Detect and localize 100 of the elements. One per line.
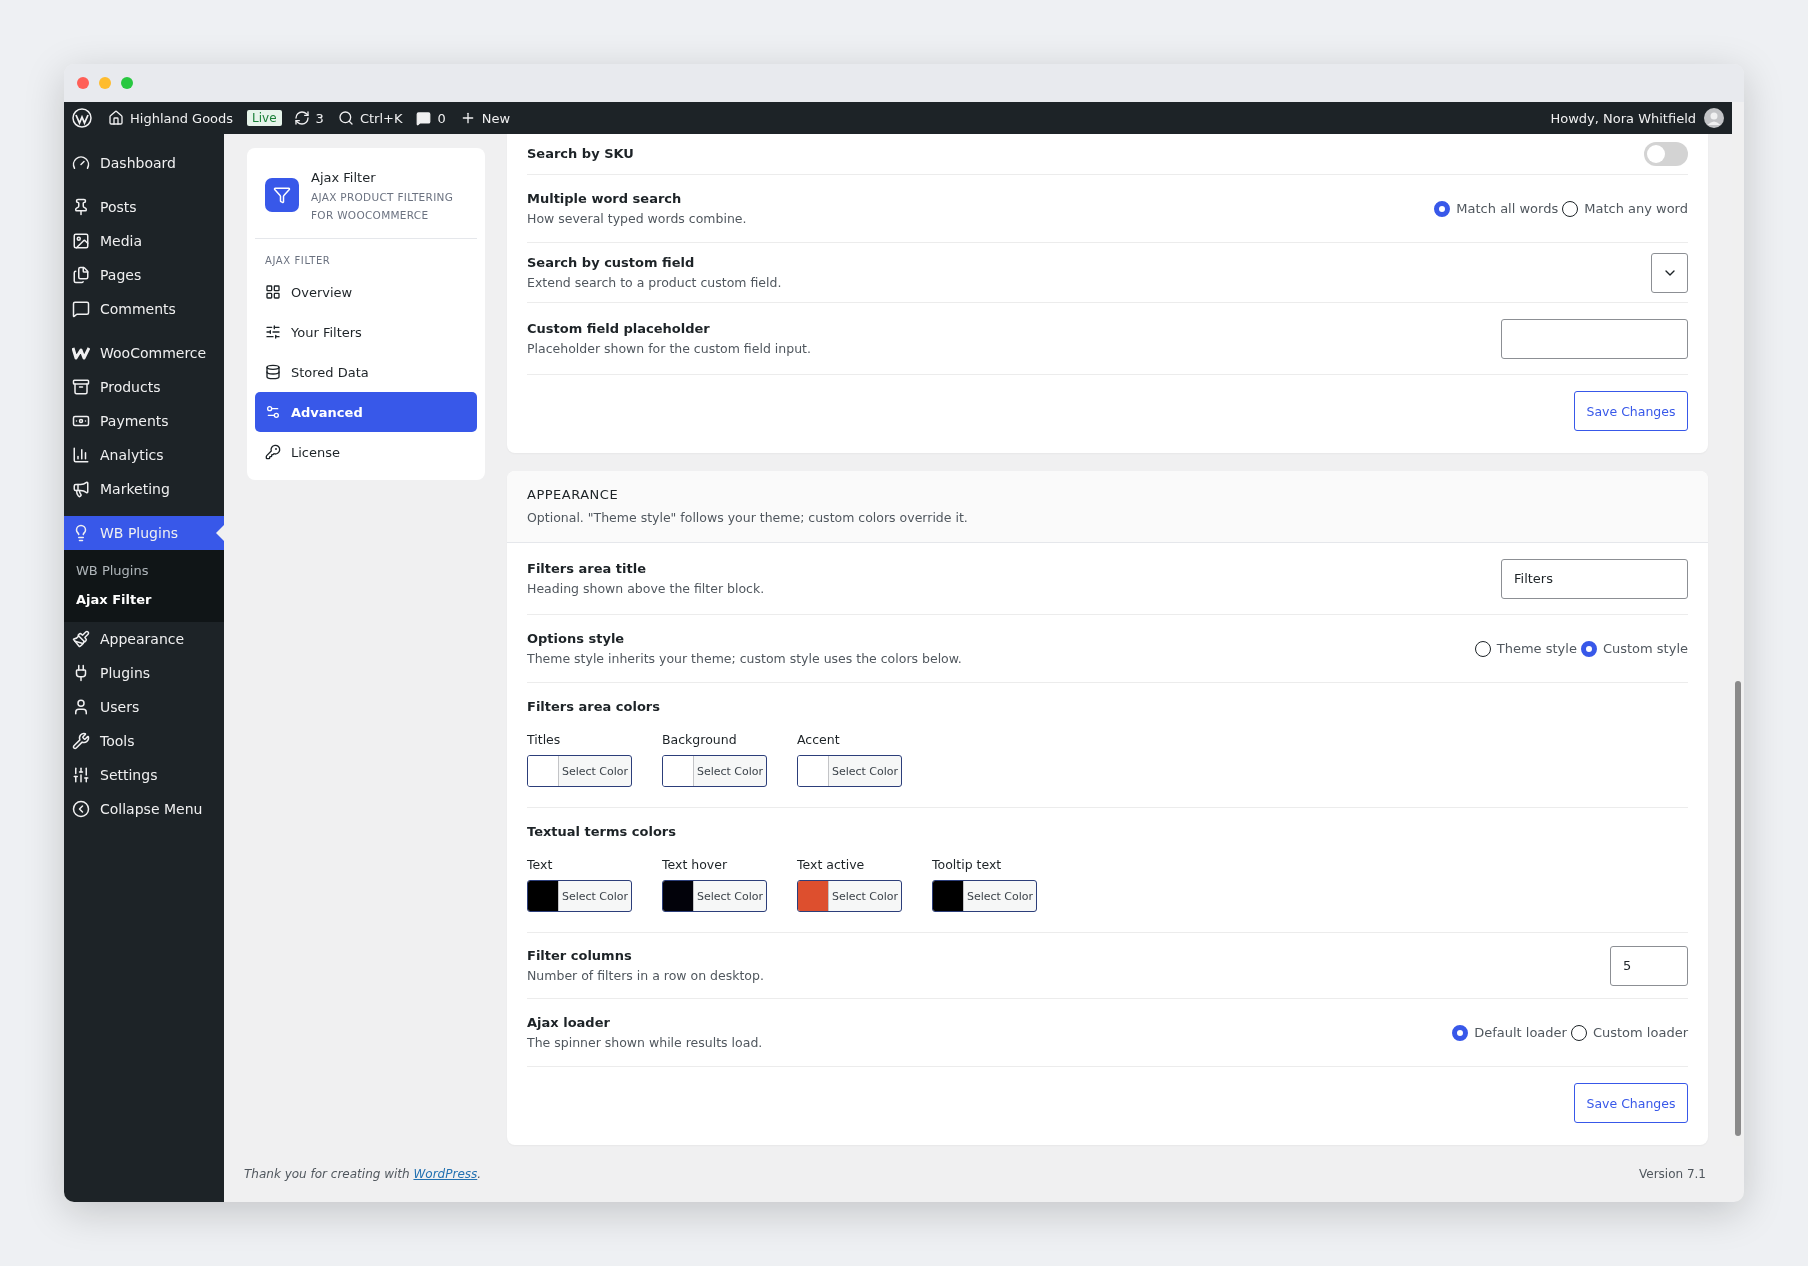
sidebar-item[interactable]: Marketing — [64, 472, 224, 506]
radio-button[interactable] — [1562, 200, 1579, 217]
setting-label: Filters area title — [527, 559, 647, 578]
comment-icon — [72, 300, 90, 318]
gauge-icon — [72, 154, 90, 172]
nav-item[interactable]: Advanced — [255, 392, 477, 432]
radio-button[interactable] — [1434, 200, 1451, 217]
bar-chart-icon — [72, 446, 90, 464]
number-field[interactable]: 5 — [1610, 945, 1688, 986]
sidebar-item[interactable]: Media — [64, 224, 224, 258]
megaphone-icon — [72, 480, 90, 498]
radio-label: Match all words — [1456, 201, 1559, 216]
sidebar-item[interactable]: Analytics — [64, 438, 224, 472]
color-picker-button[interactable]: Select Color — [932, 880, 1037, 912]
radio-label: Custom loader — [1592, 1025, 1688, 1040]
save-button[interactable]: Save Changes — [1574, 1083, 1688, 1123]
greeting-link[interactable]: Howdy, Nora Whitfield — [1550, 110, 1696, 126]
sidebar-item[interactable]: Comments — [64, 292, 224, 326]
filter-logo-icon — [265, 178, 299, 212]
color-picker-button[interactable]: Select Color — [662, 755, 767, 787]
live-badge: Live — [247, 110, 282, 126]
new-link[interactable]: New — [481, 110, 511, 126]
sidebar-item[interactable]: Payments — [64, 404, 224, 438]
nav-item[interactable]: Stored Data — [255, 352, 477, 392]
home-icon[interactable] — [108, 110, 124, 126]
toggles-icon — [265, 404, 281, 420]
sidebar-item[interactable]: WooCommerce — [64, 336, 224, 370]
color-label: Titles — [527, 731, 562, 749]
sidebar-item[interactable]: Users — [64, 690, 224, 724]
pin-icon — [72, 198, 90, 216]
close-dot[interactable] — [77, 77, 89, 89]
wrench-icon — [72, 732, 90, 750]
archive-icon — [72, 378, 90, 396]
setting-label: Search by custom field — [527, 253, 696, 272]
color-label: Accent — [797, 731, 841, 749]
radio-label: Theme style — [1496, 641, 1577, 656]
setting-label: Multiple word search — [527, 189, 683, 208]
text-field[interactable]: Filters — [1501, 558, 1688, 599]
maximize-dot[interactable] — [121, 77, 133, 89]
setting-description: The spinner shown while results load. — [527, 1033, 763, 1052]
sliders-icon — [265, 324, 281, 340]
settings-icon — [72, 766, 90, 784]
color-picker-button[interactable]: Select Color — [527, 755, 632, 787]
nav-item[interactable]: License — [255, 432, 477, 472]
sidebar-item[interactable]: Pages — [64, 258, 224, 292]
setting-description: Theme style inherits your theme; custom style uses the colors below. — [527, 649, 962, 668]
card-description: Optional. "Theme style" follows your theme; custom colors override it. — [527, 509, 969, 527]
color-label: Text active — [797, 856, 866, 874]
plugin-title: Ajax Filter — [311, 170, 377, 185]
color-picker-button[interactable]: Select Color — [662, 880, 767, 912]
color-label: Tooltip text — [932, 856, 1003, 874]
setting-label: Ajax loader — [527, 1013, 611, 1032]
radio-button[interactable] — [1452, 1024, 1469, 1041]
setting-label: Filter columns — [527, 946, 633, 965]
user-icon — [72, 698, 90, 716]
sidebar-item[interactable]: Collapse Menu — [64, 792, 224, 826]
sidebar-item[interactable]: Appearance — [64, 622, 224, 656]
footer-credit: Thank you for creating with WordPress. — [244, 1167, 482, 1181]
paintbrush-icon — [72, 630, 90, 648]
color-picker-button[interactable]: Select Color — [527, 880, 632, 912]
collapse-icon — [72, 800, 90, 818]
color-picker-button[interactable]: Select Color — [797, 755, 902, 787]
radio-button[interactable] — [1580, 640, 1597, 657]
radio-button[interactable] — [1474, 640, 1491, 657]
sidebar-item[interactable]: Tools — [64, 724, 224, 758]
submenu-item[interactable]: Ajax Filter — [64, 585, 224, 614]
text-field[interactable] — [1501, 318, 1688, 359]
sidebar-item[interactable]: Dashboard — [64, 146, 224, 180]
sidebar-item[interactable]: Posts — [64, 190, 224, 224]
sidebar-item[interactable]: Settings — [64, 758, 224, 792]
search-shortcut: Ctrl+K — [359, 110, 403, 126]
grid-icon — [265, 284, 281, 300]
updates-count: 3 — [315, 110, 324, 126]
site-name-link[interactable]: Highland Goods — [130, 110, 234, 126]
color-label: Text — [527, 856, 554, 874]
submenu-item[interactable]: WB Plugins — [64, 556, 224, 585]
radio-button[interactable] — [1570, 1024, 1587, 1041]
toggle-switch[interactable] — [1644, 142, 1688, 166]
sidebar-item[interactable]: Plugins — [64, 656, 224, 690]
avatar-icon[interactable] — [1704, 108, 1724, 128]
color-picker-button[interactable]: Select Color — [797, 880, 902, 912]
nav-item[interactable]: Overview — [255, 272, 477, 312]
updates-icon[interactable] — [293, 110, 310, 126]
search-icon[interactable] — [337, 110, 354, 126]
group-label: Textual terms colors — [527, 823, 677, 841]
comments-count: 0 — [437, 110, 446, 126]
pages-icon — [72, 266, 90, 284]
dropdown-select[interactable] — [1651, 252, 1688, 293]
color-label: Background — [662, 731, 738, 749]
save-button[interactable]: Save Changes — [1574, 391, 1688, 431]
comment-icon[interactable] — [416, 110, 432, 126]
minimize-dot[interactable] — [99, 77, 111, 89]
nav-item[interactable]: Your Filters — [255, 312, 477, 352]
radio-label: Custom style — [1602, 641, 1688, 656]
sidebar-item[interactable]: Products — [64, 370, 224, 404]
setting-description: How several typed words combine. — [527, 209, 747, 228]
sidebar-item[interactable]: WB Plugins — [64, 516, 224, 550]
card-title: APPEARANCE — [527, 487, 620, 502]
wordpress-logo-icon[interactable] — [72, 108, 92, 128]
plugin-subtitle: AJAX PRODUCT FILTERING FOR WOOCOMMERCE — [311, 190, 455, 223]
